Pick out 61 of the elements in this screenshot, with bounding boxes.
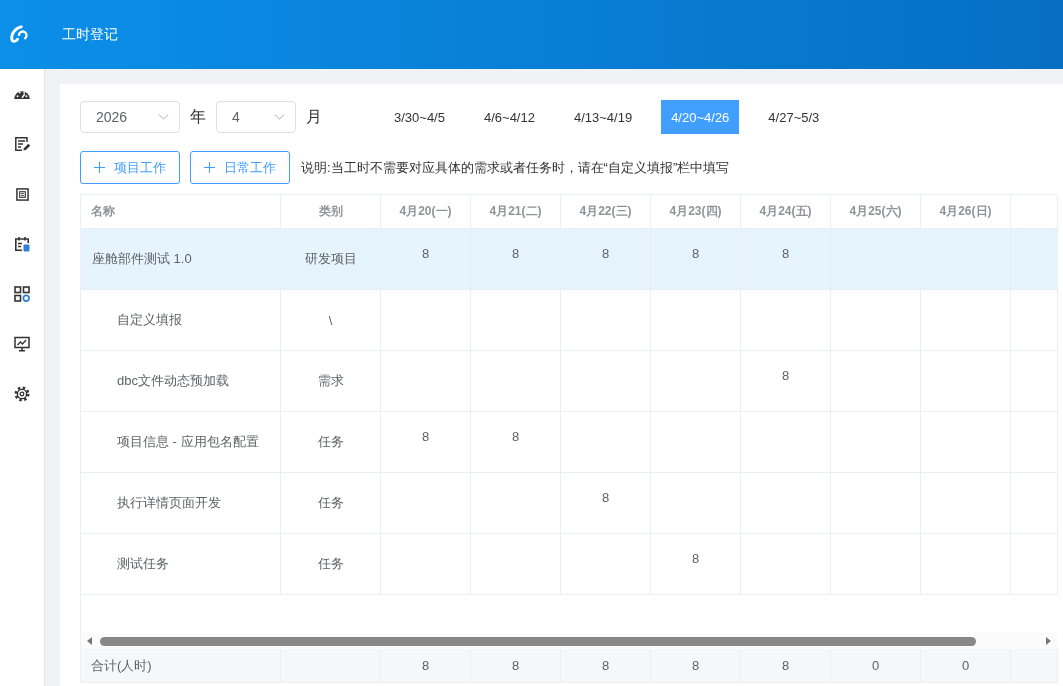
chevron-down-icon — [158, 114, 169, 120]
table-cell: 8 — [381, 412, 471, 473]
scroll-right-icon[interactable] — [1046, 637, 1051, 645]
table-cell: 自定义填报 — [81, 290, 281, 351]
table-cell: 项目信息 - 应用包名配置 — [81, 412, 281, 473]
table-cell: 8 — [651, 534, 741, 595]
scroll-left-icon[interactable] — [87, 637, 92, 645]
table-cell: 合计(人时) — [81, 649, 281, 683]
gauge-icon[interactable] — [14, 89, 30, 99]
table-row[interactable]: 测试任务 任务 8 — [81, 534, 1057, 595]
plus-icon — [204, 162, 215, 173]
week-tab[interactable]: 3/30~4/5 — [384, 100, 455, 134]
table-cell: 8 — [561, 229, 651, 290]
table-cell: 8 — [561, 649, 651, 683]
table-row[interactable]: 执行详情页面开发 任务 8 — [81, 473, 1057, 534]
chevron-down-icon — [274, 114, 285, 120]
month-label: 月 — [306, 106, 322, 127]
edit-document-icon[interactable] — [14, 136, 30, 152]
table-cell: 8 — [381, 229, 471, 290]
year-label: 年 — [190, 106, 206, 127]
table-cell: 需求 — [281, 351, 381, 412]
month-select[interactable]: 4 — [216, 101, 296, 133]
header-title: 工时登记 — [62, 25, 118, 44]
document-icon[interactable] — [15, 187, 29, 201]
table-cell: 8 — [651, 229, 741, 290]
table-cell: 8 — [651, 649, 741, 683]
table-row[interactable]: 自定义填报 \ — [81, 290, 1057, 351]
calendar-icon[interactable] — [14, 236, 30, 252]
logo-icon — [9, 25, 28, 44]
table-cell: 8 — [381, 649, 471, 683]
table-cell: 座舱部件测试 1.0 — [81, 229, 281, 290]
table-cell: 0 — [921, 649, 1011, 683]
table-row[interactable]: dbc文件动态预加载 需求 8 — [81, 351, 1057, 412]
table-cell: 测试任务 — [81, 534, 281, 595]
apps-icon[interactable] — [14, 286, 30, 302]
week-tab[interactable]: 4/6~4/12 — [473, 100, 545, 134]
plus-icon — [94, 162, 105, 173]
table-cell: 8 — [471, 412, 561, 473]
note-text: 说明:当工时不需要对应具体的需求或者任务时，请在“自定义填报”栏中填写 — [301, 158, 730, 177]
table-cell: 8 — [471, 229, 561, 290]
week-tab[interactable]: 4/13~4/19 — [563, 100, 643, 134]
table-cell: 任务 — [281, 412, 381, 473]
table-cell: 任务 — [281, 534, 381, 595]
table-cell: 8 — [741, 229, 831, 290]
scrollbar-thumb[interactable] — [100, 636, 976, 646]
settings-icon[interactable] — [14, 386, 30, 402]
table-cell: 8 — [561, 473, 651, 534]
year-select[interactable]: 2026 — [80, 101, 180, 133]
table-cell: 任务 — [281, 473, 381, 534]
table-cell: 执行详情页面开发 — [81, 473, 281, 534]
table-cell: 研发项目 — [281, 229, 381, 290]
table-cell: 0 — [831, 649, 921, 683]
table-row[interactable]: 项目信息 - 应用包名配置 任务 8 8 — [81, 412, 1057, 473]
monitor-chart-icon[interactable] — [14, 336, 30, 352]
table-cell: 8 — [741, 649, 831, 683]
table-cell: 8 — [741, 351, 831, 412]
week-tab[interactable]: 4/27~5/3 — [758, 100, 830, 134]
table-cell: 8 — [471, 649, 561, 683]
table-row[interactable]: 座舱部件测试 1.0 研发项目 8 8 8 8 8 — [81, 229, 1057, 290]
table-cell: dbc文件动态预加载 — [81, 351, 281, 412]
table-cell: \ — [281, 290, 381, 351]
